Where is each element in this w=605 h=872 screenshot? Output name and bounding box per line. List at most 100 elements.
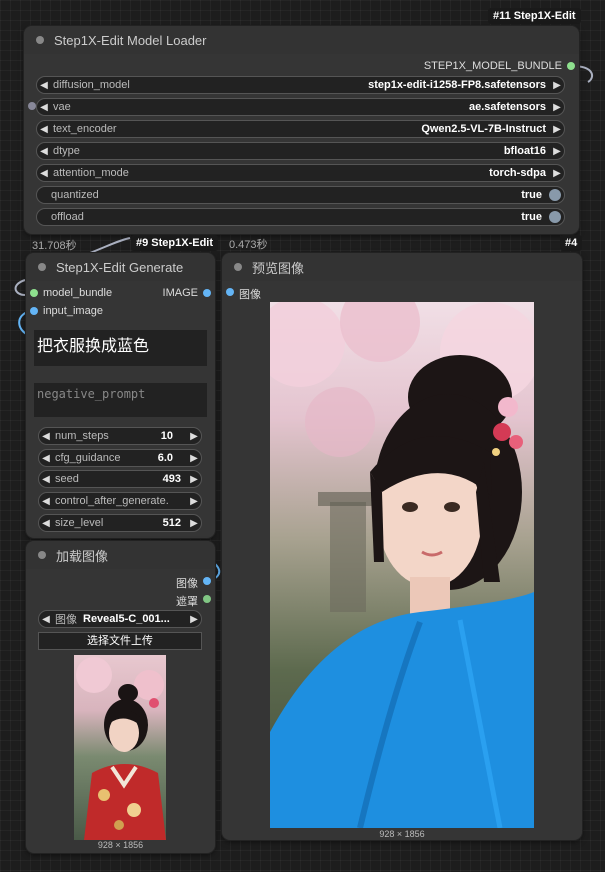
arrow-right-icon[interactable]: ▶ <box>187 518 201 529</box>
widget-value: Qwen2.5-VL-7B-Instruct <box>421 123 546 135</box>
arrow-right-icon[interactable]: ▶ <box>550 80 564 91</box>
preview-illustration <box>270 302 534 828</box>
loader-exec-time: 31.708秒 <box>32 240 77 252</box>
arrow-left-icon[interactable]: ◀ <box>37 146 51 157</box>
generate-node[interactable]: Step1X-Edit Generate model_bundle input_… <box>26 253 215 538</box>
input-image-socket[interactable] <box>30 307 38 315</box>
arrow-right-icon[interactable]: ▶ <box>187 431 201 442</box>
preview-title: 预览图像 <box>252 260 305 276</box>
upload-button[interactable]: 选择文件上传 <box>38 632 202 650</box>
loader-output-label: STEP1X_MODEL_BUNDLE <box>423 60 562 72</box>
collapse-dot-icon[interactable] <box>234 263 242 271</box>
widget-value: 493 <box>162 473 181 485</box>
mask-output-socket[interactable] <box>203 595 211 603</box>
arrow-left-icon[interactable]: ◀ <box>37 80 51 91</box>
thumbnail-illustration <box>76 657 166 840</box>
arrow-right-icon[interactable]: ▶ <box>550 124 564 135</box>
arrow-left-icon[interactable]: ◀ <box>37 168 51 179</box>
widget-num-steps[interactable]: ◀ num_steps 10 ▶ <box>38 427 202 445</box>
widget-label: quantized <box>51 189 99 201</box>
arrow-left-icon[interactable]: ◀ <box>39 453 53 464</box>
generate-title: Step1X-Edit Generate <box>56 259 184 275</box>
widget-text-encoder[interactable]: ◀ text_encoder Qwen2.5-VL-7B-Instruct ▶ <box>36 120 565 138</box>
load-image-node[interactable]: 加载图像 图像 遮罩 ◀ 图像 Reveal5-C_001... ▶ 选择文件上… <box>26 541 215 853</box>
widget-label: 图像 <box>55 614 77 626</box>
load-image-title: 加载图像 <box>56 548 109 564</box>
image-output-socket[interactable] <box>203 289 211 297</box>
widget-cfg-guidance[interactable]: ◀ cfg_guidance 6.0 ▶ <box>38 449 202 467</box>
widget-value: 6.0 <box>157 452 173 464</box>
collapse-dot-icon[interactable] <box>36 36 44 44</box>
widget-size-level[interactable]: ◀ size_level 512 ▶ <box>38 514 202 532</box>
widget-label: num_steps <box>55 430 109 442</box>
collapse-dot-icon[interactable] <box>38 551 46 559</box>
preview-node-badge: #4 <box>560 235 583 251</box>
model-bundle-input-socket[interactable] <box>30 289 38 297</box>
collapse-dot-icon[interactable] <box>38 263 46 271</box>
arrow-left-icon[interactable]: ◀ <box>39 431 53 442</box>
widget-control-after-generate[interactable]: ◀ control_after_generate. ▶ <box>38 492 202 510</box>
arrow-right-icon[interactable]: ▶ <box>550 168 564 179</box>
widget-diffusion-model[interactable]: ◀ diffusion_model step1x-edit-i1258-FP8.… <box>36 76 565 94</box>
loader-node-badge: #11 Step1X-Edit <box>488 8 581 24</box>
toggle-offload[interactable]: offload true <box>36 208 565 226</box>
model-loader-node[interactable]: Step1X-Edit Model Loader STEP1X_MODEL_BU… <box>24 26 579 234</box>
widget-value: step1x-edit-i1258-FP8.safetensors <box>368 79 546 91</box>
toggle-knob-icon[interactable] <box>549 189 561 201</box>
arrow-right-icon[interactable]: ▶ <box>187 474 201 485</box>
negative-prompt-textarea[interactable]: negative_prompt <box>34 383 207 417</box>
preview-image-node[interactable]: 预览图像 图像 928 × 1856 <box>222 253 582 840</box>
output-label-image: IMAGE <box>162 287 198 299</box>
widget-value: true <box>521 189 542 201</box>
prompt-textarea[interactable]: 把衣服换成蓝色 <box>34 330 207 366</box>
widget-vae[interactable]: ◀ vae ae.safetensors ▶ <box>36 98 565 116</box>
load-image-header[interactable]: 加载图像 <box>26 541 215 569</box>
widget-value: true <box>521 211 542 223</box>
widget-label: size_level <box>55 517 104 529</box>
widget-value: Reveal5-C_001... <box>83 613 170 625</box>
toggle-quantized[interactable]: quantized true <box>36 186 565 204</box>
widget-dtype[interactable]: ◀ dtype bfloat16 ▶ <box>36 142 565 160</box>
model-bundle-output-socket[interactable] <box>567 62 575 70</box>
arrow-right-icon[interactable]: ▶ <box>187 614 201 625</box>
widget-label: seed <box>55 473 79 485</box>
widget-label: dtype <box>53 145 80 157</box>
widget-image-select[interactable]: ◀ 图像 Reveal5-C_001... ▶ <box>38 610 202 628</box>
preview-image <box>270 302 534 828</box>
arrow-left-icon[interactable]: ◀ <box>37 124 51 135</box>
loaded-image-thumbnail <box>74 655 166 840</box>
widget-label: cfg_guidance <box>55 452 121 464</box>
toggle-knob-icon[interactable] <box>549 211 561 223</box>
widget-label: vae <box>53 101 71 113</box>
arrow-right-icon[interactable]: ▶ <box>187 496 201 507</box>
widget-label: control_after_generate. <box>55 495 169 507</box>
loader-header[interactable]: Step1X-Edit Model Loader <box>24 26 579 54</box>
arrow-right-icon[interactable]: ▶ <box>550 146 564 157</box>
preview-image-input-socket[interactable] <box>226 288 234 296</box>
vae-input-socket[interactable] <box>28 102 36 110</box>
arrow-left-icon[interactable]: ◀ <box>39 518 53 529</box>
widget-value: 512 <box>162 517 181 529</box>
input-label-model-bundle: model_bundle <box>43 287 113 299</box>
preview-exec-time: 0.473秒 <box>229 239 268 251</box>
image-output-socket[interactable] <box>203 577 211 585</box>
preview-input-label: 图像 <box>239 289 261 301</box>
arrow-left-icon[interactable]: ◀ <box>37 102 51 113</box>
widget-seed[interactable]: ◀ seed 493 ▶ <box>38 470 202 488</box>
widget-attention-mode[interactable]: ◀ attention_mode torch-sdpa ▶ <box>36 164 565 182</box>
arrow-right-icon[interactable]: ▶ <box>550 102 564 113</box>
output-label-mask: 遮罩 <box>176 596 198 608</box>
preview-header[interactable]: 预览图像 <box>222 253 582 281</box>
arrow-left-icon[interactable]: ◀ <box>39 474 53 485</box>
widget-label: diffusion_model <box>53 79 130 91</box>
output-label-image: 图像 <box>176 578 198 590</box>
loaded-image-size: 928 × 1856 <box>97 840 144 850</box>
arrow-left-icon[interactable]: ◀ <box>39 496 53 507</box>
prompt-text: 把衣服换成蓝色 <box>37 338 150 355</box>
widget-label: offload <box>51 211 84 223</box>
arrow-left-icon[interactable]: ◀ <box>39 614 53 625</box>
generate-header[interactable]: Step1X-Edit Generate <box>26 253 215 281</box>
preview-image-size: 928 × 1856 <box>379 829 425 839</box>
negative-prompt-placeholder: negative_prompt <box>37 387 146 401</box>
arrow-right-icon[interactable]: ▶ <box>187 453 201 464</box>
